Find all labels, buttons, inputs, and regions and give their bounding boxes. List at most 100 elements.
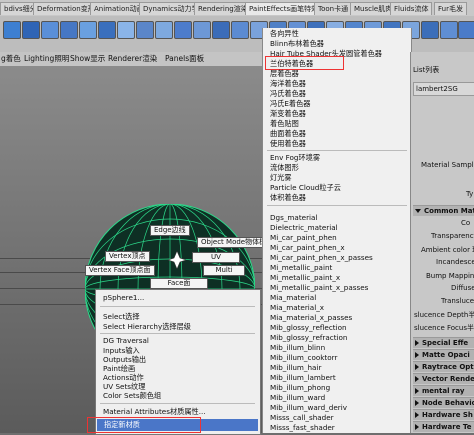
marking-vertex[interactable]: Vertex顶点	[105, 251, 150, 262]
merge-icon[interactable]	[193, 21, 211, 39]
menu-item-actions[interactable]: Actions动作	[103, 373, 144, 382]
submenu-item[interactable]: Misss_call_shader	[270, 413, 334, 422]
cone-icon[interactable]	[98, 21, 116, 39]
submenu-item[interactable]: 冯氏E着色器	[270, 99, 310, 108]
menu-item-material-attributes[interactable]: Material Attributes材质属性...	[103, 407, 206, 416]
menu-lighting[interactable]: Lighting照明	[24, 53, 69, 65]
submenu-item[interactable]: Mib_illum_lambert	[270, 373, 336, 382]
submenu-item[interactable]: 曲面着色器	[270, 129, 306, 138]
menu-item-uv-sets[interactable]: UV Sets纹理	[103, 382, 145, 391]
section-matte-opacity[interactable]: Matte Opaci	[413, 349, 474, 360]
mirror-icon[interactable]	[231, 21, 249, 39]
section-mental-ray[interactable]: mental ray	[413, 385, 474, 396]
tab-dynamics[interactable]: Dynamics动力学	[139, 2, 203, 15]
submenu-item[interactable]: Mib_illum_ward_deriv	[270, 403, 347, 412]
submenu-item[interactable]: 着色贴图	[270, 119, 299, 128]
submenu-item[interactable]: Mi_car_paint_phen_x_passes	[270, 253, 373, 262]
menu-item-outputs[interactable]: Outputs输出	[103, 355, 146, 364]
marking-object-mode[interactable]: Object Mode物体模	[197, 237, 262, 248]
submenu-item[interactable]: Mia_material_x	[270, 303, 324, 312]
submenu-item[interactable]: Mib_illum_ward	[270, 393, 325, 402]
submenu-item[interactable]: Blinn布林着色器	[270, 39, 324, 48]
submenu-item[interactable]: 各向异性	[270, 29, 299, 38]
menu-renderer[interactable]: Renderer渲染	[108, 53, 157, 65]
submenu-item[interactable]: Dgs_material	[270, 213, 317, 222]
menu-item-select-hierarchy[interactable]: Select Hierarchy选择层级	[103, 322, 191, 331]
menu-panels[interactable]: Panels面板	[165, 53, 204, 65]
section-raytrace-options[interactable]: Raytrace Opt	[413, 361, 474, 372]
menu-item-inputs[interactable]: Inputs输入	[103, 346, 140, 355]
marking-uv[interactable]: UV	[192, 252, 240, 263]
highlight-box	[265, 56, 344, 70]
submenu-item[interactable]: Mia_material	[270, 293, 316, 302]
submenu-item[interactable]: Mi_metallic_paint_x	[270, 273, 340, 282]
menu-item-select[interactable]: Select选择	[103, 312, 140, 321]
material-icon[interactable]	[421, 21, 439, 39]
menu-shading[interactable]: g着色	[1, 53, 21, 65]
attr-tab[interactable]: lambert2SG	[413, 82, 474, 96]
section-hardware-shading[interactable]: Hardware Sh	[413, 409, 474, 420]
submenu-item[interactable]: Mib_illum_phong	[270, 383, 330, 392]
submenu-item[interactable]: 渐变着色器	[270, 109, 306, 118]
submenu-item[interactable]: Mi_metallic_paint	[270, 263, 332, 272]
marking-face[interactable]: Face面	[150, 278, 208, 289]
attribute-editor: List列表 lambert2SG Material Sample材质 Ty C…	[410, 52, 474, 433]
submenu-item[interactable]: 灯光雾	[270, 173, 292, 182]
section-vector-render[interactable]: Vector Rende	[413, 373, 474, 384]
tab-painteffects[interactable]: PaintEffects画笔特效	[245, 2, 323, 15]
smooth-icon[interactable]	[212, 21, 230, 39]
submenu-item[interactable]: 体积着色器	[270, 193, 306, 202]
submenu-item[interactable]: Misss_fast_shader	[270, 423, 335, 432]
section-node-behavior[interactable]: Node Behavio	[413, 397, 474, 408]
cylinder-icon[interactable]	[41, 21, 59, 39]
submenu-item[interactable]: 海洋着色器	[270, 79, 306, 88]
torus-icon[interactable]	[79, 21, 97, 39]
attr-tab-label: lambert2SG	[416, 85, 458, 93]
section-special-effects[interactable]: Special Effe	[413, 337, 474, 348]
submenu-item[interactable]: Mib_illum_cooktorr	[270, 353, 337, 362]
shader-icon[interactable]	[458, 21, 474, 39]
section-common-material[interactable]: Common Mate	[413, 205, 474, 216]
sphere-icon[interactable]	[22, 21, 40, 39]
submenu-item[interactable]: Particle Cloud粒子云	[270, 183, 341, 192]
texture-icon[interactable]	[440, 21, 458, 39]
submenu-item[interactable]: 流体图形	[270, 163, 299, 172]
submenu-item[interactable]: 层着色器	[270, 69, 299, 78]
submenu-item[interactable]: Mib_glossy_refraction	[270, 333, 347, 342]
poly-tool-icon[interactable]	[117, 21, 135, 39]
cube-icon[interactable]	[3, 21, 21, 39]
attr-list-menu[interactable]: List列表	[413, 65, 439, 75]
section-hardware-texturing[interactable]: Hardware Te	[413, 421, 474, 432]
submenu-item[interactable]: Mi_car_paint_phen_x	[270, 243, 345, 252]
marking-multi[interactable]: Multi	[203, 265, 245, 276]
extrude-icon[interactable]	[136, 21, 154, 39]
menu-item-color-sets[interactable]: Color Sets颜色组	[103, 391, 161, 400]
tab-deformation[interactable]: Deformation变形	[33, 2, 99, 15]
submenu-item[interactable]: Mib_illum_hair	[270, 363, 321, 372]
menu-separator	[100, 306, 255, 307]
tab-rendering[interactable]: Rendering渲染	[194, 2, 252, 15]
menu-item-dg-traversal[interactable]: DG Traversal	[103, 336, 149, 345]
bevel-icon[interactable]	[155, 21, 173, 39]
submenu-item[interactable]: Mia_material_x_passes	[270, 313, 352, 322]
split-icon[interactable]	[174, 21, 192, 39]
submenu-item[interactable]: Env Fog环境雾	[270, 153, 320, 162]
submenu-item[interactable]: Dielectric_material	[270, 223, 338, 232]
menu-separator	[267, 150, 407, 151]
submenu-item[interactable]: 使用着色器	[270, 139, 306, 148]
submenu-item[interactable]: Mi_metallic_paint_x_passes	[270, 283, 368, 292]
marking-edge[interactable]: Edge边线	[150, 225, 190, 236]
marking-menu-center-icon	[168, 251, 186, 269]
section-label: Raytrace Opt	[422, 363, 474, 371]
tab-fluids[interactable]: Fluids流体	[390, 2, 433, 15]
tab-toon[interactable]: Toon卡通	[314, 2, 353, 15]
submenu-item[interactable]: Mib_glossy_reflection	[270, 323, 347, 332]
submenu-item[interactable]: Mib_illum_blinn	[270, 343, 325, 352]
plane-icon[interactable]	[60, 21, 78, 39]
menu-item-paint[interactable]: Paint绘画	[103, 364, 135, 373]
submenu-item[interactable]: 冯氏着色器	[270, 89, 306, 98]
menu-show[interactable]: Show显示	[70, 53, 105, 65]
submenu-item[interactable]: Mi_car_paint_phen	[270, 233, 337, 242]
tab-fur[interactable]: Fur毛发	[434, 2, 467, 15]
marking-vertex-face[interactable]: Vertex Face顶点面	[85, 265, 155, 276]
